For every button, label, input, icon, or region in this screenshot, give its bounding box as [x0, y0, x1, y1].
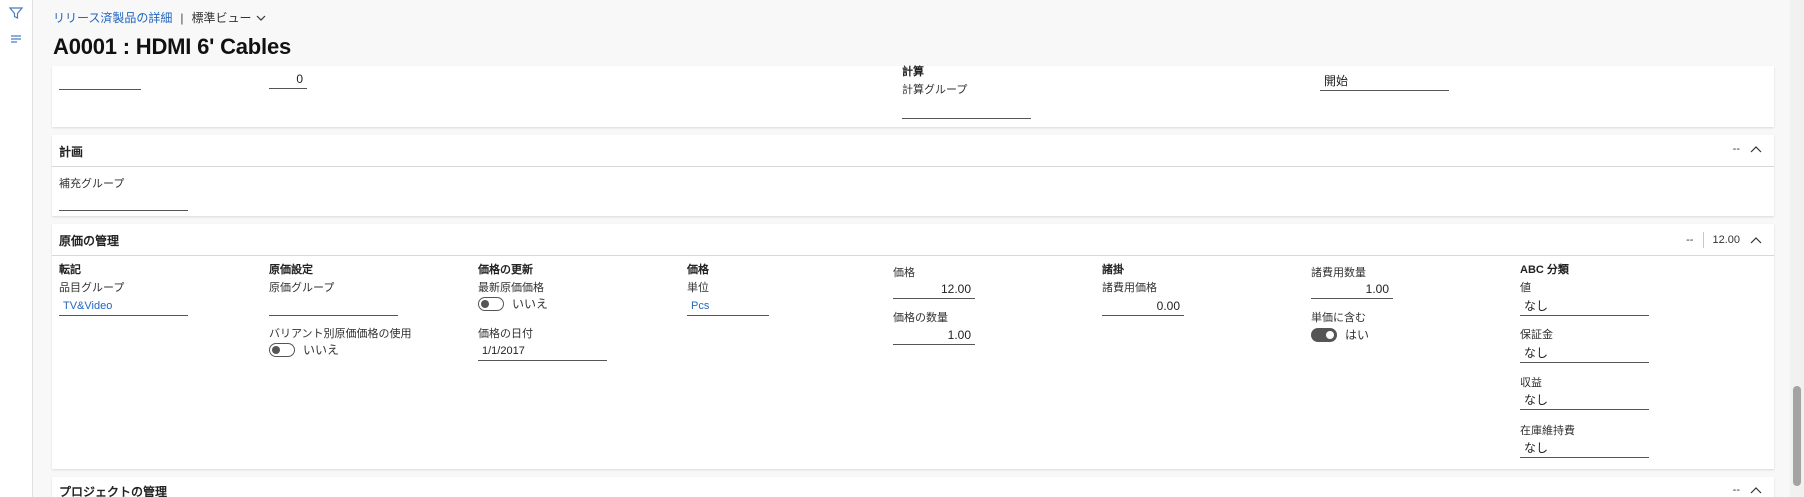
cost-summary-value: 12.00 — [1712, 234, 1740, 246]
latest-cost-value: いいえ — [512, 297, 549, 311]
price-qty-label: 価格の数量 — [893, 312, 948, 324]
include-in-unit-label: 単価に含む — [1311, 312, 1366, 324]
filter-icon[interactable] — [9, 6, 23, 20]
abc-carrying-label: 在庫維持費 — [1520, 425, 1575, 437]
include-in-unit-value: はい — [1345, 328, 1370, 342]
view-selector[interactable]: 標準ビュー — [192, 9, 266, 26]
unit-label: 単位 — [687, 282, 709, 294]
calc-heading: 計算 — [902, 66, 924, 78]
zero-value-field[interactable]: 0 — [269, 69, 307, 89]
cost-setup-heading: 原価設定 — [269, 264, 313, 276]
abc-carrying-field[interactable]: なし — [1520, 438, 1649, 458]
item-group-label: 品目グループ — [59, 282, 125, 294]
calc-group-label: 計算グループ — [902, 84, 968, 96]
cost-summary-dash: -- — [1686, 234, 1694, 246]
list-menu-icon[interactable] — [9, 32, 23, 46]
vertical-scrollbar[interactable] — [1790, 0, 1804, 497]
cost-management-card: 原価の管理 -- 12.00 転記 品目グループ TV&Video 原価設定 原… — [52, 224, 1774, 469]
page-title: A0001 : HDMI 6' Cables — [53, 34, 292, 59]
price-date-label: 価格の日付 — [478, 328, 533, 340]
price-date-field[interactable]: 1/1/2017 — [478, 341, 607, 361]
abc-revenue-label: 収益 — [1520, 377, 1542, 389]
planning-header[interactable]: 計画 -- — [52, 135, 1774, 167]
project-title: プロジェクトの管理 — [59, 485, 168, 497]
project-header[interactable]: プロジェクトの管理 -- — [52, 477, 1774, 497]
breadcrumb-separator: | — [180, 10, 184, 25]
empty-field[interactable] — [59, 70, 141, 90]
start-field[interactable]: 開始 — [1320, 71, 1449, 91]
price-qty-field[interactable]: 1.00 — [893, 325, 975, 345]
abc-deposit-label: 保証金 — [1520, 329, 1553, 341]
charges-heading: 諸掛 — [1102, 264, 1124, 276]
price-update-heading: 価格の更新 — [478, 264, 533, 276]
planning-title: 計画 — [59, 145, 84, 159]
cost-title: 原価の管理 — [59, 234, 120, 248]
replenishment-field[interactable] — [59, 191, 188, 211]
abc-revenue-field[interactable]: なし — [1520, 390, 1649, 410]
charges-qty-field[interactable]: 1.00 — [1311, 279, 1393, 299]
item-group-field[interactable]: TV&Video — [59, 296, 188, 316]
top-section-card: 0 計算 計算グループ 開始 — [52, 66, 1774, 127]
planning-summary: -- — [1732, 143, 1740, 155]
variant-cost-value: いいえ — [303, 343, 340, 357]
planning-card: 計画 -- 補充グループ — [52, 135, 1774, 216]
chevron-up-icon[interactable] — [1750, 145, 1762, 153]
cost-group-field[interactable] — [269, 296, 398, 316]
scrollbar-thumb[interactable] — [1793, 386, 1801, 486]
latest-cost-toggle[interactable]: いいえ — [478, 295, 548, 312]
posting-heading: 転記 — [59, 264, 81, 276]
price-heading: 価格 — [687, 264, 709, 276]
unit-field[interactable]: Pcs — [687, 296, 769, 316]
cost-header[interactable]: 原価の管理 -- 12.00 — [52, 224, 1774, 256]
abc-value-field[interactable]: なし — [1520, 296, 1649, 316]
price-label: 価格 — [893, 267, 915, 279]
latest-cost-label: 最新原価価格 — [478, 282, 544, 294]
include-in-unit-toggle[interactable]: はい — [1311, 326, 1369, 343]
view-label: 標準ビュー — [191, 11, 252, 25]
left-action-bar — [0, 0, 33, 497]
variant-cost-toggle[interactable]: いいえ — [269, 341, 339, 358]
project-card: プロジェクトの管理 -- — [52, 477, 1774, 497]
chevron-down-icon — [256, 15, 265, 21]
charges-price-label: 諸費用価格 — [1102, 282, 1157, 294]
page-header: リリース済製品の詳細 | 標準ビュー A0001 : HDMI 6' Cable… — [53, 9, 291, 60]
abc-heading: ABC 分類 — [1520, 264, 1569, 276]
abc-value-label: 値 — [1520, 282, 1531, 294]
calc-group-field[interactable] — [902, 99, 1031, 119]
charges-qty-label: 諸費用数量 — [1311, 267, 1366, 279]
chevron-up-icon[interactable] — [1750, 236, 1762, 244]
price-field[interactable]: 12.00 — [893, 279, 975, 299]
breadcrumb-link[interactable]: リリース済製品の詳細 — [53, 9, 172, 26]
cost-group-label: 原価グループ — [269, 282, 335, 294]
breadcrumb: リリース済製品の詳細 | 標準ビュー — [53, 9, 291, 26]
variant-cost-label: バリアント別原価価格の使用 — [269, 328, 412, 340]
chevron-up-icon[interactable] — [1750, 486, 1762, 494]
charges-price-field[interactable]: 0.00 — [1102, 296, 1184, 316]
project-summary: -- — [1732, 484, 1740, 496]
replenishment-label: 補充グループ — [59, 178, 125, 190]
abc-deposit-field[interactable]: なし — [1520, 343, 1649, 363]
